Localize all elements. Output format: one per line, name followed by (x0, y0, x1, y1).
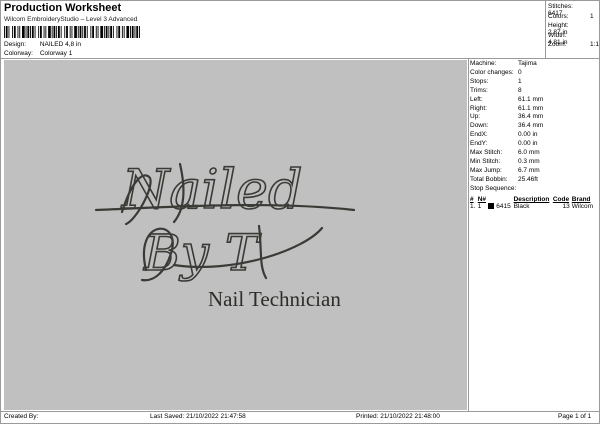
row-brand: Wilcom (571, 203, 594, 210)
info-label: Color changes: (470, 68, 514, 76)
machine-info-row: Color changes: 0 (470, 69, 522, 76)
machine-info-row: Left: 61.1 mm (470, 96, 543, 103)
machine-info-row: Right: 61.1 mm (470, 105, 543, 112)
table-row: 1. 1 6415 Black 13 Wilcom (470, 203, 596, 210)
info-label: Stops: (470, 77, 489, 85)
info-value: Tajima (518, 60, 537, 67)
row-code: 13 (562, 203, 570, 210)
barcode-image (4, 26, 140, 38)
info-label: Down: (470, 122, 489, 130)
info-label: EndX: (470, 131, 488, 139)
page-title: Production Worksheet (4, 2, 122, 14)
col-description: Description (513, 196, 550, 203)
col-n: N# (477, 196, 487, 203)
panel-divider (468, 58, 469, 412)
col-swatch (488, 196, 513, 203)
row-num: 1. (470, 203, 476, 210)
info-value: 36.4 mm (518, 113, 544, 121)
last-saved: Last Saved: 21/10/2022 21:47:58 (150, 413, 246, 420)
footer-divider (0, 411, 600, 412)
machine-info-row: Max Stitch: 6.0 mm (470, 149, 540, 156)
design-row: Design: NAILED 4,8 in (4, 41, 81, 48)
info-value: 0.3 mm (518, 157, 540, 165)
info-value: 1 (518, 77, 522, 85)
machine-info-row: EndX: 0.00 in (470, 131, 538, 138)
printed-date: Printed: 21/10/2022 21:48:00 (356, 413, 440, 420)
info-value: 0.00 in (518, 131, 538, 139)
stat-value: 1 (590, 12, 594, 20)
info-value: 0 (518, 68, 522, 76)
info-label: Up: (470, 113, 481, 121)
design-label: Design: (4, 41, 27, 48)
info-value: 6.7 mm (518, 166, 540, 174)
stat-row: Zoom: 1:1 (548, 41, 599, 48)
info-value: 8 (518, 86, 522, 94)
col-num: # (470, 196, 474, 203)
colorway-row: Colorway: Colorway 1 (4, 50, 72, 57)
stat-label: Width: (548, 31, 567, 39)
left-border (0, 0, 1, 424)
info-label: EndY: (470, 140, 488, 148)
info-value: 25.46ft (518, 175, 538, 183)
by-t-script-text: By T (143, 224, 262, 282)
software-subtitle: Wilcom EmbroideryStudio – Level 3 Advanc… (4, 16, 138, 23)
machine-info-row: Trims: 8 (470, 87, 522, 94)
design-preview: Nailed By T Nail Technician (4, 60, 467, 410)
header-divider (0, 58, 600, 59)
page-number: Page 1 of 1 (558, 413, 592, 420)
info-value: 36.4 mm (518, 122, 544, 130)
machine-info-row: Min Stitch: 0.3 mm (470, 158, 540, 165)
stat-value: 1:1 (590, 41, 600, 48)
info-label: Right: (470, 104, 487, 112)
info-value: 61.1 mm (518, 104, 544, 112)
machine-info-row: Total Bobbin: 25.46ft (470, 176, 538, 183)
machine-info-row: EndY: 0.00 in (470, 140, 538, 147)
machine-info-row: Machine: Tajima (470, 60, 537, 67)
stat-label: Stitches: (548, 3, 573, 10)
nail-technician-text: Nail Technician (208, 287, 341, 311)
info-label: Left: (470, 95, 483, 103)
row-description: Black (513, 203, 530, 210)
row-stitches: 6415 (488, 203, 513, 210)
info-label: Total Bobbin: (470, 175, 508, 183)
info-label: Min Stitch: (470, 157, 501, 165)
col-brand: Brand (571, 196, 591, 203)
stat-label: Height: (548, 22, 569, 29)
info-label: Machine: (470, 60, 497, 67)
stop-sequence-table: # N# Description Code Brand 1. 1 6415 Bl… (470, 196, 596, 210)
stats-divider (545, 0, 546, 58)
color-swatch (488, 203, 495, 210)
design-value: NAILED 4,8 in (39, 41, 81, 48)
row-n: 1 (477, 203, 482, 210)
machine-info-row: Stops: 1 (470, 78, 522, 85)
info-value: 0.00 in (518, 140, 538, 148)
machine-info-row: Down: 36.4 mm (470, 122, 543, 129)
stitch-count: 6415 (496, 203, 511, 210)
machine-info-row: Up: 36.4 mm (470, 113, 543, 120)
embroidery-design: Nailed By T Nail Technician (94, 157, 356, 311)
table-header-row: # N# Description Code Brand (470, 196, 596, 203)
info-value: 61.1 mm (518, 95, 544, 103)
stat-row: Colors: 1 (548, 13, 594, 20)
nailed-script-text: Nailed (120, 158, 303, 221)
col-code: Code (552, 196, 570, 203)
info-label: Trims: (470, 86, 488, 94)
top-border (0, 0, 600, 1)
colorway-label: Colorway: (4, 50, 33, 57)
machine-info-row: Max Jump: 6.7 mm (470, 167, 540, 174)
stat-label: Colors: (548, 12, 569, 20)
colorway-value: Colorway 1 (39, 50, 73, 57)
info-value: 6.0 mm (518, 149, 540, 156)
stat-label: Zoom: (548, 41, 567, 48)
stop-sequence-heading: Stop Sequence: (470, 185, 517, 192)
info-label: Max Stitch: (470, 149, 503, 156)
created-by: Created By: (4, 413, 39, 420)
info-label: Max Jump: (470, 166, 502, 174)
